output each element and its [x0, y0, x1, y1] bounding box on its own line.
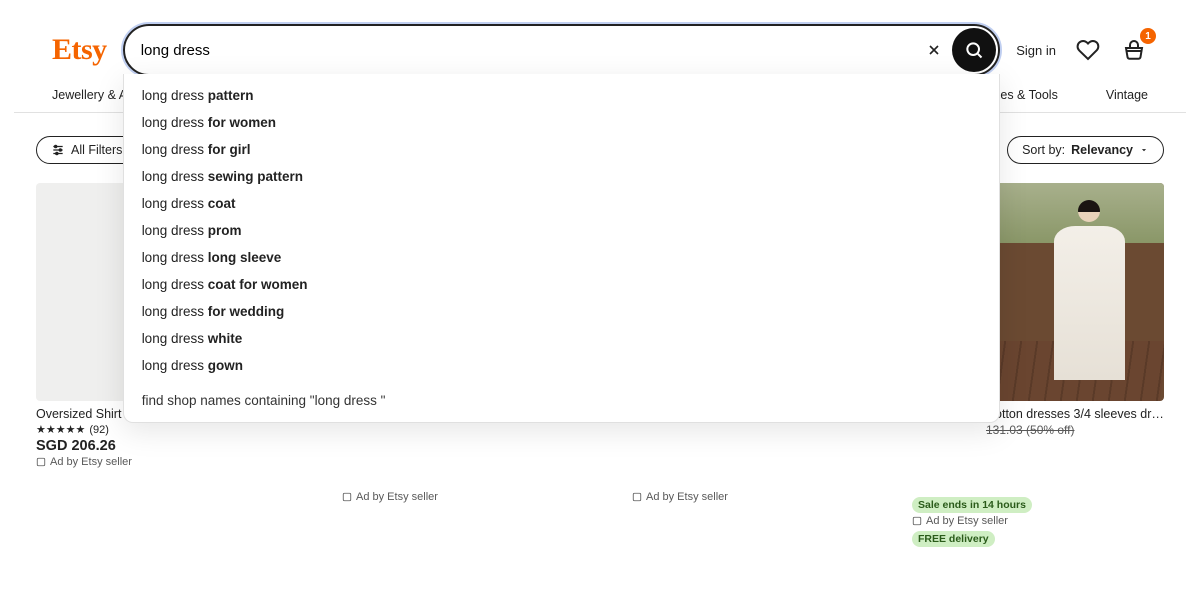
- sort-value: Relevancy: [1071, 143, 1133, 157]
- favorites-button[interactable]: [1074, 36, 1102, 64]
- nav-item-vintage[interactable]: Vintage: [1106, 88, 1148, 102]
- ad-icon: [36, 457, 46, 467]
- sort-label: Sort by:: [1022, 143, 1065, 157]
- listing-discount: 131.03 (50% off): [986, 423, 1164, 437]
- cart-button[interactable]: 1: [1120, 36, 1148, 64]
- ad-label: Ad by Etsy seller: [912, 515, 1032, 527]
- listing-title: Cotton dresses 3/4 sleeves dr…: [986, 407, 1164, 421]
- sale-badge: Sale ends in 14 hours: [912, 497, 1032, 513]
- nav-item-tools[interactable]: lies & Tools: [995, 88, 1058, 102]
- sliders-icon: [51, 143, 65, 157]
- autocomplete-item[interactable]: long dress sewing pattern: [124, 163, 1000, 190]
- autocomplete-shop-search[interactable]: find shop names containing "long dress ": [124, 379, 1000, 410]
- autocomplete-item[interactable]: long dress long sleeve: [124, 244, 1000, 271]
- sign-in-link[interactable]: Sign in: [1016, 43, 1056, 58]
- ad-icon: [342, 492, 352, 502]
- ad-label: Ad by Etsy seller: [342, 491, 438, 503]
- ad-icon: [912, 516, 922, 526]
- autocomplete-item[interactable]: long dress for girl: [124, 136, 1000, 163]
- caret-down-icon: [1139, 145, 1149, 155]
- logo[interactable]: Etsy: [52, 33, 107, 67]
- listing-price: SGD 206.26: [36, 438, 256, 454]
- autocomplete-item[interactable]: long dress coat: [124, 190, 1000, 217]
- search-icon: [964, 40, 984, 60]
- listing-rating: ★★★★★ (92): [36, 423, 256, 436]
- free-delivery-badge: FREE delivery: [912, 531, 995, 547]
- autocomplete-item[interactable]: long dress gown: [124, 352, 1000, 379]
- search-autocomplete: long dress patternlong dress for womenlo…: [123, 74, 1001, 423]
- ad-icon: [632, 492, 642, 502]
- search-input[interactable]: [127, 32, 917, 69]
- heart-icon: [1076, 38, 1100, 62]
- autocomplete-item[interactable]: long dress prom: [124, 217, 1000, 244]
- close-icon: [926, 42, 942, 58]
- clear-search-button[interactable]: [916, 32, 952, 68]
- ad-label: Ad by Etsy seller: [632, 491, 728, 503]
- search-button[interactable]: [952, 28, 996, 72]
- autocomplete-item[interactable]: long dress for women: [124, 109, 1000, 136]
- cart-badge: 1: [1140, 28, 1156, 44]
- autocomplete-item[interactable]: long dress coat for women: [124, 271, 1000, 298]
- all-filters-label: All Filters: [71, 143, 122, 157]
- star-icon: ★★★★★: [36, 423, 85, 436]
- review-count: (92): [89, 424, 109, 436]
- listing-image: [986, 183, 1164, 401]
- search-bar: [123, 24, 1001, 76]
- autocomplete-item[interactable]: long dress white: [124, 325, 1000, 352]
- autocomplete-item[interactable]: long dress pattern: [124, 82, 1000, 109]
- ad-label: Ad by Etsy seller: [36, 456, 256, 468]
- sort-button[interactable]: Sort by: Relevancy: [1007, 136, 1164, 164]
- listing-card[interactable]: Cotton dresses 3/4 sleeves dr… 131.03 (5…: [986, 183, 1164, 468]
- autocomplete-item[interactable]: long dress for wedding: [124, 298, 1000, 325]
